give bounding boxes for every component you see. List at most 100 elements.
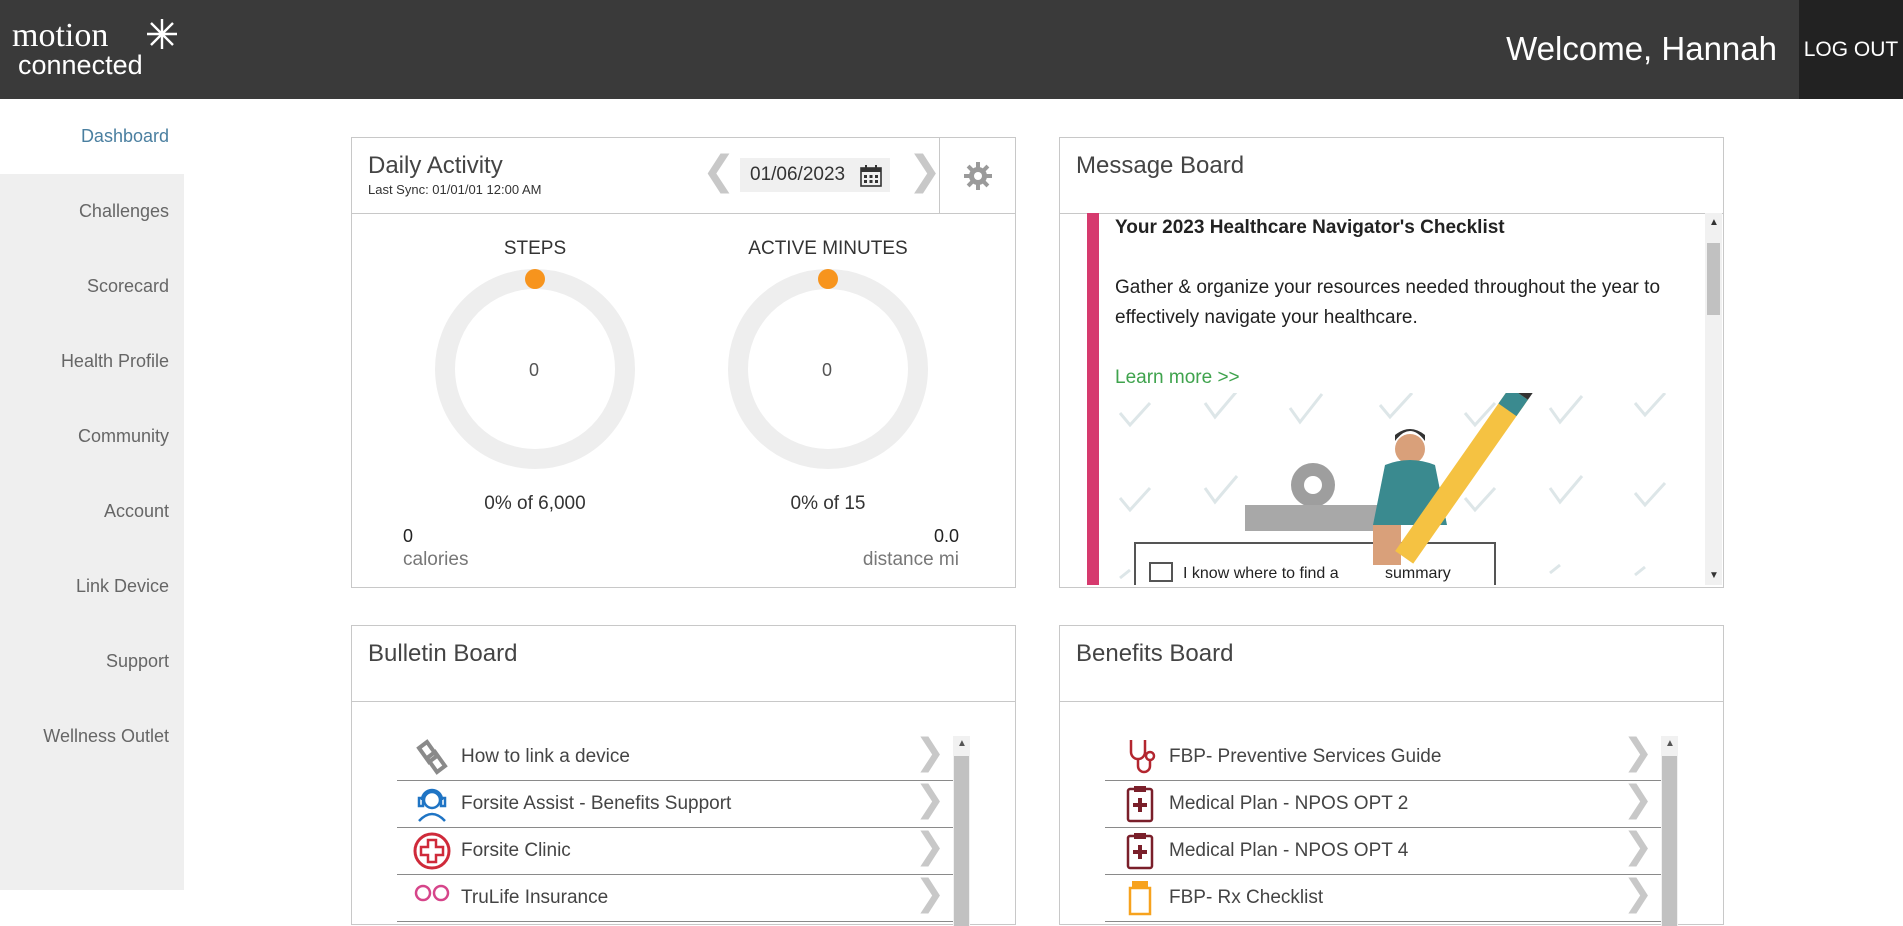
message-heading: Your 2023 Healthcare Navigator's Checkli… (1115, 217, 1505, 238)
chevron-right-icon: ❯ (1622, 779, 1653, 820)
date-picker[interactable]: 01/06/2023 (740, 158, 890, 192)
benefits-item-rx-checklist[interactable]: FBP- Rx Checklist ❯ (1105, 873, 1665, 922)
link-icon (416, 739, 448, 775)
glasses-icon (414, 884, 450, 902)
daily-activity-title: Daily Activity (368, 152, 503, 179)
benefits-item-label: FBP- Preventive Services Guide (1169, 746, 1442, 767)
bulletin-item-label: Forsite Clinic (461, 840, 571, 861)
scroll-up-arrow-icon[interactable]: ▲ (1709, 217, 1719, 228)
checklist-illustration: I know where to find a summary (1118, 393, 1667, 585)
stethoscope-icon (1129, 740, 1156, 774)
sidebar-item-wellness-outlet[interactable]: Wellness Outlet (0, 699, 184, 774)
bulletin-item-forsite-clinic[interactable]: Forsite Clinic ❯ (397, 826, 957, 875)
chevron-right-icon: ❯ (914, 732, 945, 773)
bulletin-board-divider (352, 701, 1015, 702)
active-minutes-value: 0 (822, 360, 833, 380)
motion-connected-logo[interactable]: motion connected (12, 14, 187, 80)
benefits-scroll-thumb[interactable] (1662, 756, 1677, 926)
bulletin-item-label: How to link a device (461, 746, 630, 767)
next-date-arrow[interactable]: ❯ (908, 148, 942, 194)
benefits-item-label: FBP- Rx Checklist (1169, 887, 1324, 908)
steps-goal-text: 0% of 6,000 (484, 493, 586, 514)
active-minutes-label: ACTIVE MINUTES (748, 238, 908, 259)
message-body: Gather & organize your resources needed … (1115, 277, 1661, 328)
calories-label: calories (403, 549, 469, 570)
calendar-icon (860, 165, 882, 187)
logo-motion-text: motion (12, 17, 108, 54)
last-sync-text: Last Sync: 01/01/01 12:00 AM (368, 182, 542, 197)
clipboard-medical-icon (1126, 786, 1154, 823)
daily-activity-divider (352, 213, 1015, 214)
bulletin-board-panel: Bulletin Board How to link a device ❯ Fo… (351, 625, 1016, 926)
sidebar-item-account[interactable]: Account (0, 474, 184, 549)
benefits-board-title: Benefits Board (1076, 640, 1234, 667)
settings-divider (939, 138, 940, 213)
bulletin-item-forsite-assist[interactable]: Forsite Assist - Benefits Support ❯ (397, 779, 957, 828)
benefits-scrollbar[interactable]: ▲ (1661, 736, 1678, 926)
benefits-item-preventive-guide[interactable]: FBP- Preventive Services Guide ❯ (1105, 732, 1665, 781)
steps-progress-marker (525, 269, 545, 289)
logo-connected-text: connected (18, 50, 143, 80)
daily-activity-panel: Daily Activity Last Sync: 01/01/01 12:00… (351, 137, 1016, 588)
benefits-item-label: Medical Plan - NPOS OPT 4 (1169, 840, 1409, 861)
bulletin-item-trulife[interactable]: TruLife Insurance ❯ (397, 873, 957, 922)
calories-value: 0 (403, 526, 414, 546)
bulletin-item-link-device[interactable]: How to link a device ❯ (397, 732, 957, 781)
medical-cross-icon (413, 832, 451, 870)
steps-label: STEPS (503, 238, 567, 259)
message-scrollbar[interactable]: ▲ ▼ (1705, 213, 1722, 585)
benefits-item-label: Medical Plan - NPOS OPT 2 (1169, 793, 1409, 814)
settings-gear-icon[interactable] (964, 162, 992, 190)
bulletin-board-title: Bulletin Board (368, 640, 518, 667)
sidebar-item-link-device[interactable]: Link Device (0, 549, 184, 624)
person-head (1395, 434, 1425, 464)
message-board-title: Message Board (1076, 152, 1245, 179)
scroll-up-arrow-icon[interactable]: ▲ (957, 738, 967, 749)
sidebar-item-scorecard[interactable]: Scorecard (0, 249, 184, 324)
welcome-message: Welcome, Hannah (1506, 30, 1777, 67)
sidebar-item-community[interactable]: Community (0, 399, 184, 474)
message-text-block: Your 2023 Healthcare Navigator's Checkli… (1115, 213, 1727, 393)
distance-label: distance mi (862, 549, 959, 570)
sidebar-item-dashboard[interactable]: Dashboard (0, 99, 184, 174)
clipboard-medical-icon (1126, 833, 1154, 870)
date-value: 01/06/2023 (750, 164, 846, 185)
steps-value: 0 (529, 360, 540, 380)
chevron-right-icon: ❯ (914, 826, 945, 867)
sidebar-item-support[interactable]: Support (0, 624, 184, 699)
chevron-right-icon: ❯ (1622, 732, 1653, 773)
bulletin-scroll-thumb[interactable] (954, 756, 969, 926)
learn-more-link[interactable]: Learn more >> (1115, 363, 1727, 393)
chevron-right-icon: ❯ (914, 779, 945, 820)
distance-value: 0.0 (933, 526, 959, 546)
message-board-content[interactable]: Your 2023 Healthcare Navigator's Checkli… (1087, 213, 1747, 585)
benefits-item-medical-plan-opt4[interactable]: Medical Plan - NPOS OPT 4 ❯ (1105, 826, 1665, 875)
bulletin-scrollbar[interactable]: ▲ (953, 736, 970, 926)
checklist-item-text: I know where to find a (1183, 565, 1339, 582)
chevron-right-icon: ❯ (1622, 826, 1653, 867)
chevron-right-icon: ❯ (914, 873, 945, 914)
benefits-board-divider (1060, 701, 1723, 702)
scroll-up-arrow-icon[interactable]: ▲ (1665, 738, 1675, 749)
benefits-board-panel: Benefits Board FBP- Preventive Services … (1059, 625, 1724, 926)
sidebar-item-health-profile[interactable]: Health Profile (0, 324, 184, 399)
active-minutes-progress-marker (818, 269, 838, 289)
bulletin-item-label: TruLife Insurance (461, 887, 609, 908)
previous-date-arrow[interactable]: ❮ (702, 148, 736, 194)
active-minutes-goal-text: 0% of 15 (790, 493, 866, 514)
top-header: motion connected Welcome, Hannah LOG OUT (0, 0, 1903, 99)
bulletin-item-label: Forsite Assist - Benefits Support (461, 793, 732, 814)
scroll-down-arrow-icon[interactable]: ▼ (1709, 570, 1719, 581)
pill-bottle-icon (1128, 881, 1152, 916)
headset-icon (417, 788, 447, 822)
clipboard-top (1245, 505, 1385, 531)
logout-button[interactable]: LOG OUT (1799, 0, 1903, 99)
message-accent-bar (1087, 213, 1099, 585)
message-scroll-thumb[interactable] (1707, 243, 1720, 315)
benefits-item-medical-plan-opt2[interactable]: Medical Plan - NPOS OPT 2 ❯ (1105, 779, 1665, 828)
logo-star-icon (147, 19, 177, 49)
checklist-item-text-2: summary (1385, 565, 1451, 582)
chevron-right-icon: ❯ (1622, 873, 1653, 914)
sidebar-item-challenges[interactable]: Challenges (0, 174, 184, 249)
sidebar-nav: Dashboard Challenges Scorecard Health Pr… (0, 99, 184, 890)
